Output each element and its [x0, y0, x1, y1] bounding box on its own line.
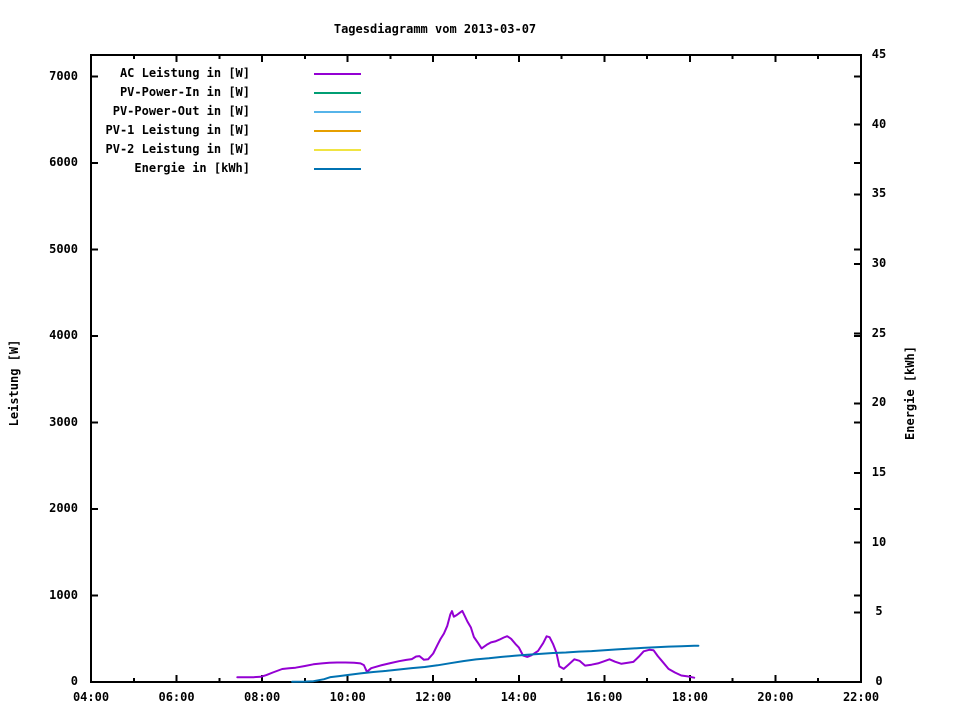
legend-line-sample [314, 92, 361, 94]
legend-line-sample [314, 149, 361, 151]
y2-tick-label: 45 [871, 47, 887, 61]
legend-line-sample [314, 168, 361, 170]
legend-line-sample [314, 130, 361, 132]
legend-label: Energie in [kWh] [134, 161, 250, 175]
y2-tick-label: 35 [871, 186, 887, 201]
legend-line-sample [314, 73, 361, 75]
x-tick-label: 18:00 [671, 690, 708, 704]
x-tick-label: 14:00 [500, 690, 537, 704]
y1-tick-label: 4000 [49, 328, 78, 343]
legend-label: PV-Power-Out in [W] [112, 104, 250, 118]
y2-tick-label: 0 [875, 674, 883, 688]
x-tick-label: 16:00 [586, 690, 623, 704]
chart-title: Tagesdiagramm vom 2013-03-07 [333, 22, 537, 36]
x-tick-label: 20:00 [757, 690, 794, 704]
y2-tick-label: 15 [871, 465, 887, 479]
y1-tick-label: 1000 [49, 587, 78, 602]
daily-diagram-chart: Tagesdiagramm vom 2013-03-07 Leistung [W… [0, 0, 960, 720]
y2-tick-label: 5 [875, 604, 883, 619]
legend-line-sample [314, 111, 361, 113]
legend-label: PV-Power-In in [W] [119, 85, 250, 99]
legend-label: AC Leistung in [W] [119, 66, 250, 80]
y2-tick-label: 20 [871, 395, 887, 410]
y1-tick-label: 3000 [49, 414, 78, 429]
y1-tick-label: 0 [70, 674, 78, 688]
legend-label: PV-1 Leistung in [W] [105, 123, 251, 137]
x-tick-label: 08:00 [244, 690, 281, 704]
y1-tick-label: 5000 [49, 241, 78, 256]
y2-tick-label: 30 [871, 256, 887, 270]
x-tick-label: 12:00 [415, 690, 452, 704]
legend-label: PV-2 Leistung in [W] [105, 142, 251, 156]
y2-tick-label: 10 [871, 534, 887, 549]
series-line-0 [236, 609, 696, 679]
right-axis-label: Energie [kWh] [903, 346, 917, 440]
x-tick-label: 10:00 [329, 690, 366, 704]
x-tick-label: 06:00 [158, 690, 195, 704]
y2-tick-label: 25 [871, 325, 887, 340]
x-tick-label: 22:00 [842, 690, 880, 704]
y2-tick-label: 40 [871, 116, 887, 131]
x-tick-label: 04:00 [72, 690, 110, 704]
left-axis-label: Leistung [W] [7, 339, 21, 427]
y1-tick-label: 2000 [49, 501, 78, 516]
